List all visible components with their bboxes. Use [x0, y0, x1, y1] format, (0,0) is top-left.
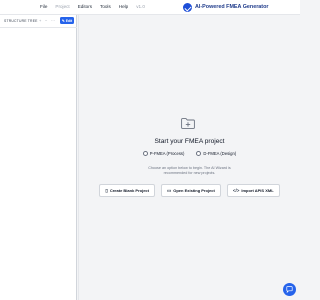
menu-tools[interactable]: Tools	[100, 3, 111, 11]
menu-editors[interactable]: Editors	[78, 3, 92, 11]
edit-button[interactable]: ✎ Edit	[60, 17, 74, 24]
more-icon[interactable]: ⋯	[51, 18, 55, 23]
empty-state-title: Start your FMEA project	[154, 138, 225, 145]
structure-tree-label: STRUCTURE TREE	[4, 19, 38, 23]
radio-pfmea[interactable]: P-FMEA (Process)	[142, 151, 185, 156]
create-blank-project-label: Create Blank Project	[109, 188, 149, 193]
sidebar-header: STRUCTURE TREE + − ⋯ ✎ Edit	[0, 15, 77, 28]
chat-button[interactable]	[283, 283, 296, 296]
fmea-type-options: P-FMEA (Process) D-FMEA (Design)	[79, 151, 300, 156]
project-actions: ▯ Create Blank Project ▭ Open Existing P…	[79, 184, 300, 197]
open-existing-project-button[interactable]: ▭ Open Existing Project	[160, 184, 221, 197]
code-icon: </>	[232, 188, 240, 193]
pencil-icon: ✎	[61, 18, 65, 23]
folder-open-icon: ▭	[166, 187, 172, 193]
app-title: AI-Powered FMEA Generator	[195, 4, 269, 10]
version-label: v1.0	[136, 4, 145, 9]
menu-project[interactable]: Project	[55, 3, 69, 11]
top-bar: File Project Editors Tools Help v1.0 AI-…	[0, 0, 300, 15]
description-line-2: recommended for new projects.	[163, 171, 216, 175]
menu-bar: File Project Editors Tools Help v1.0	[40, 3, 145, 11]
radio-pfmea-label: P-FMEA (Process)	[149, 151, 185, 156]
menu-help[interactable]: Help	[119, 3, 128, 11]
radio-dfmea[interactable]: D-FMEA (Design)	[196, 151, 236, 156]
import-apis-xml-label: Import APIS XML	[241, 188, 274, 193]
folder-plus-icon	[181, 118, 195, 129]
create-blank-project-button[interactable]: ▯ Create Blank Project	[99, 184, 155, 197]
import-apis-xml-button[interactable]: </> Import APIS XML	[226, 184, 280, 197]
expand-icon[interactable]: +	[39, 18, 41, 23]
sidebar: STRUCTURE TREE + − ⋯ ✎ Edit	[0, 15, 77, 300]
edit-button-label: Edit	[65, 18, 73, 23]
file-icon: ▯	[105, 187, 108, 193]
radio-dfmea-dot[interactable]	[196, 151, 202, 156]
menu-file[interactable]: File	[40, 3, 47, 11]
chat-icon	[286, 286, 293, 293]
open-existing-project-label: Open Existing Project	[173, 188, 215, 193]
collapse-icon[interactable]: −	[45, 18, 47, 23]
radio-pfmea-dot[interactable]	[142, 151, 148, 156]
app-brand: AI-Powered FMEA Generator	[183, 2, 268, 12]
main-panel	[79, 15, 300, 300]
radio-dfmea-label: D-FMEA (Design)	[203, 151, 237, 156]
empty-state-description: Choose an option below to begin. The AI …	[79, 166, 300, 176]
brand-logo-icon	[183, 2, 192, 12]
